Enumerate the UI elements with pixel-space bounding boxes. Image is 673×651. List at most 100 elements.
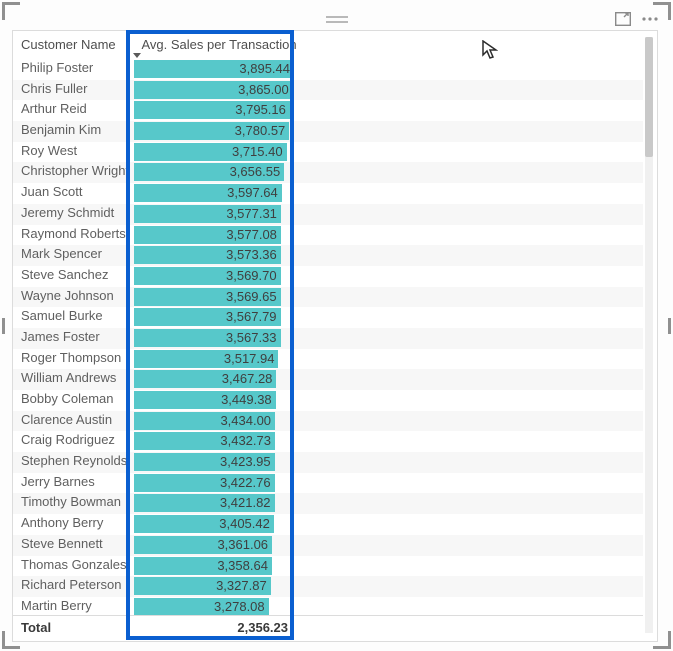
cell-value-bar: 3,656.55: [134, 163, 284, 181]
table-row[interactable]: Wayne Johnson 3,569.65: [13, 287, 643, 308]
table-row[interactable]: Thomas Gonzales 3,358.64: [13, 556, 643, 577]
table-row[interactable]: Richard Peterson 3,327.87: [13, 576, 643, 597]
cell-value-bar: 3,517.94: [134, 350, 278, 368]
total-value: 2,356.23: [134, 620, 292, 635]
cell-value-bar: 3,577.31: [134, 205, 281, 223]
table-row[interactable]: Jerry Barnes 3,422.76: [13, 473, 643, 494]
cell-value-bar: 3,467.28: [134, 370, 276, 388]
drag-grip-icon[interactable]: [326, 16, 348, 23]
cell-customer-name: Wayne Johnson: [21, 288, 129, 303]
table-total-row: Total 2,356.23: [13, 615, 643, 641]
resize-handle-tl[interactable]: [2, 2, 20, 20]
cursor-icon: [482, 40, 498, 65]
focus-mode-icon[interactable]: [615, 12, 631, 26]
more-options-icon[interactable]: [641, 12, 659, 26]
table-row[interactable]: Samuel Burke 3,567.79: [13, 307, 643, 328]
cell-value-bar: 3,422.76: [134, 474, 275, 492]
cell-customer-name: Martin Berry: [21, 598, 129, 613]
cell-value-bar: 3,865.00: [134, 81, 293, 99]
table-row[interactable]: Juan Scott 3,597.64: [13, 183, 643, 204]
cell-customer-name: Craig Rodriguez: [21, 432, 129, 447]
cell-value-bar: 3,432.73: [134, 432, 275, 450]
column-header-name[interactable]: Customer Name: [21, 37, 129, 52]
table-row[interactable]: James Foster 3,567.33: [13, 328, 643, 349]
cell-value-bar: 3,567.79: [134, 308, 281, 326]
cell-value-bar: 3,434.00: [134, 412, 275, 430]
cell-value-bar: 3,895.44: [134, 60, 294, 78]
table-row[interactable]: Mark Spencer 3,573.36: [13, 245, 643, 266]
table-row[interactable]: Christopher Wright 3,656.55: [13, 162, 643, 183]
table-row[interactable]: Steve Sanchez3,569.70: [13, 266, 643, 287]
cell-customer-name: James Foster: [21, 329, 129, 344]
resize-handle-right[interactable]: [668, 318, 671, 334]
table-row[interactable]: Raymond Roberts 3,577.08: [13, 225, 643, 246]
cell-customer-name: Samuel Burke: [21, 308, 129, 323]
table-row[interactable]: Arthur Reid 3,795.16: [13, 100, 643, 121]
total-label: Total: [21, 620, 51, 635]
table-row[interactable]: Jeremy Schmidt 3,577.31: [13, 204, 643, 225]
scrollbar-track[interactable]: [645, 37, 653, 633]
cell-value-bar: 3,449.38: [134, 391, 276, 409]
table-row[interactable]: Benjamin Kim 3,780.57: [13, 121, 643, 142]
cell-value-bar: 3,780.57: [134, 122, 289, 140]
cell-value-bar: 3,358.64: [134, 557, 272, 575]
table-row[interactable]: Bobby Coleman 3,449.38: [13, 390, 643, 411]
cell-customer-name: Raymond Roberts: [21, 226, 129, 241]
cell-value-bar: 3,421.82: [134, 494, 275, 512]
visual-canvas: Customer Name Avg. Sales per Transaction…: [0, 0, 673, 651]
cell-customer-name: Mark Spencer: [21, 246, 129, 261]
cell-customer-name: Roger Thompson: [21, 350, 129, 365]
cell-value-bar: 3,577.08: [134, 226, 281, 244]
table-row[interactable]: Anthony Berry 3,405.42: [13, 514, 643, 535]
sort-desc-icon: [133, 53, 141, 58]
cell-value-bar: 3,278.08: [134, 598, 269, 616]
cell-value-bar: 3,567.33: [134, 329, 281, 347]
cell-value-bar: 3,423.95: [134, 453, 275, 471]
cell-customer-name: Juan Scott: [21, 184, 129, 199]
cell-customer-name: Roy West: [21, 143, 129, 158]
cell-customer-name: Bobby Coleman: [21, 391, 129, 406]
table-visual: Customer Name Avg. Sales per Transaction…: [12, 30, 658, 642]
cell-value-bar: 3,573.36: [134, 246, 281, 264]
cell-customer-name: Thomas Gonzales: [21, 557, 129, 572]
cell-customer-name: Timothy Bowman: [21, 494, 129, 509]
cell-value-bar: 3,597.64: [134, 184, 282, 202]
table-row[interactable]: Roger Thompson 3,517.94: [13, 349, 643, 370]
cell-customer-name: Clarence Austin: [21, 412, 129, 427]
cell-value-bar: 3,327.87: [134, 577, 271, 595]
column-header-value[interactable]: Avg. Sales per Transaction: [141, 37, 297, 52]
cell-customer-name: Benjamin Kim: [21, 122, 129, 137]
table-row[interactable]: Craig Rodriguez 3,432.73: [13, 431, 643, 452]
table-body: Philip Foster 3,895.44 Chris Fuller 3,865.0…: [13, 59, 643, 617]
table-row[interactable]: Steve Bennett 3,361.06: [13, 535, 643, 556]
table-row[interactable]: Timothy Bowman 3,421.82: [13, 493, 643, 514]
table-row[interactable]: Stephen Reynolds 3,423.95: [13, 452, 643, 473]
cell-customer-name: Steve Bennett: [21, 536, 129, 551]
resize-handle-left[interactable]: [2, 318, 5, 334]
cell-customer-name: Stephen Reynolds: [21, 453, 129, 468]
table-row[interactable]: Philip Foster 3,895.44: [13, 59, 643, 80]
cell-value-bar: 3,405.42: [134, 515, 274, 533]
table-row[interactable]: Martin Berry 3,278.08: [13, 597, 643, 617]
table-row[interactable]: Clarence Austin 3,434.00: [13, 411, 643, 432]
cell-customer-name: Richard Peterson: [21, 577, 129, 592]
cell-value-bar: 3,361.06: [134, 536, 272, 554]
cell-customer-name: Jerry Barnes: [21, 474, 129, 489]
cell-value-bar: 3,569.65: [134, 288, 281, 306]
scrollbar-thumb[interactable]: [645, 37, 653, 157]
cell-customer-name: William Andrews: [21, 370, 129, 385]
cell-customer-name: Jeremy Schmidt: [21, 205, 129, 220]
table-row[interactable]: William Andrews 3,467.28: [13, 369, 643, 390]
cell-customer-name: Chris Fuller: [21, 81, 129, 96]
cell-value-bar: 3,715.40: [134, 143, 287, 161]
cell-value-bar: 3,795.16: [134, 101, 290, 119]
cell-customer-name: Christopher Wright: [21, 163, 129, 178]
cell-customer-name: Anthony Berry: [21, 515, 129, 530]
cell-customer-name: Arthur Reid: [21, 101, 129, 116]
visual-toolbar: [615, 12, 659, 26]
cell-customer-name: Steve Sanchez: [21, 267, 129, 282]
table-row[interactable]: Chris Fuller 3,865.00: [13, 80, 643, 101]
table-headers: Customer Name Avg. Sales per Transaction: [13, 31, 657, 59]
cell-customer-name: Philip Foster: [21, 60, 129, 75]
table-row[interactable]: Roy West 3,715.40: [13, 142, 643, 163]
